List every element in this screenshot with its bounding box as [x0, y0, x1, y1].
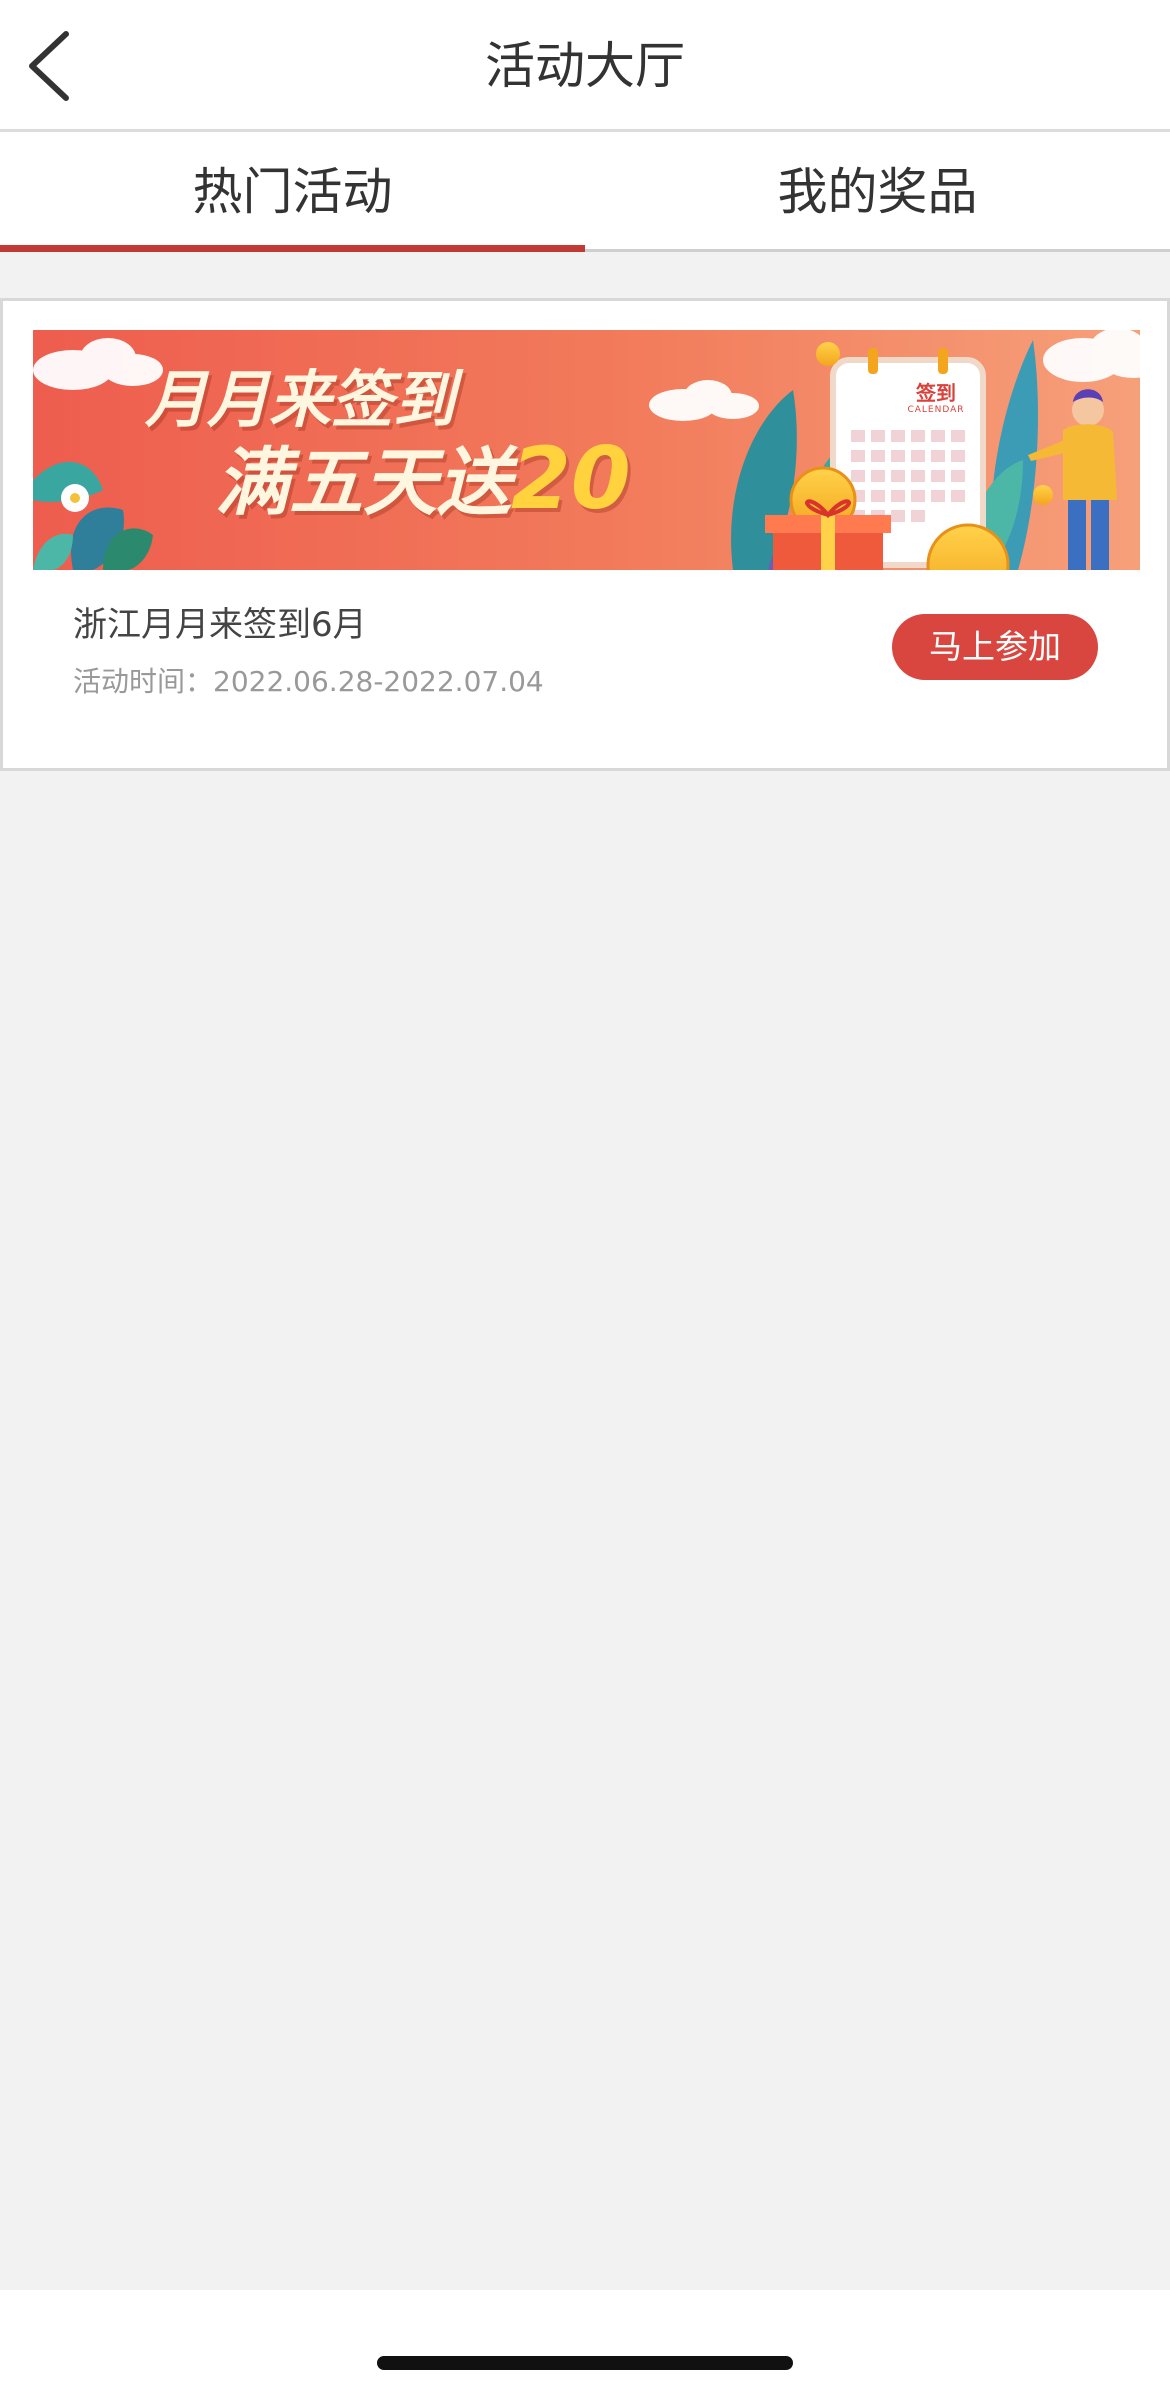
home-indicator[interactable]	[377, 2356, 793, 2370]
activity-banner[interactable]: 月月来签到 满五天送20 签到 CALENDAR	[33, 330, 1140, 570]
join-now-button[interactable]: 马上参加	[892, 614, 1098, 680]
activity-time: 活动时间：2022.06.28-2022.07.04	[73, 665, 544, 698]
nav-bar: 活动大厅	[0, 0, 1170, 132]
activity-title: 浙江月月来签到6月	[73, 605, 367, 645]
banner-calendar-title: 签到	[916, 381, 956, 405]
banner-subheadline-number: 20	[511, 429, 631, 529]
home-indicator-area	[0, 2290, 1170, 2391]
activity-card: 月月来签到 满五天送20 签到 CALENDAR 浙江月月来签到6月 活动时间：…	[0, 298, 1170, 771]
banner-subheadline: 满五天送20	[215, 434, 631, 528]
page-title: 活动大厅	[485, 37, 685, 95]
banner-headline: 月月来签到	[145, 363, 456, 436]
tab-bar: 热门活动 我的奖品	[0, 132, 1170, 252]
banner-subheadline-text: 满五天送	[215, 440, 511, 526]
tab-hot-activities[interactable]: 热门活动	[0, 132, 585, 252]
tab-my-prizes[interactable]: 我的奖品	[585, 132, 1170, 249]
banner-calendar-subtitle: CALENDAR	[907, 405, 965, 415]
